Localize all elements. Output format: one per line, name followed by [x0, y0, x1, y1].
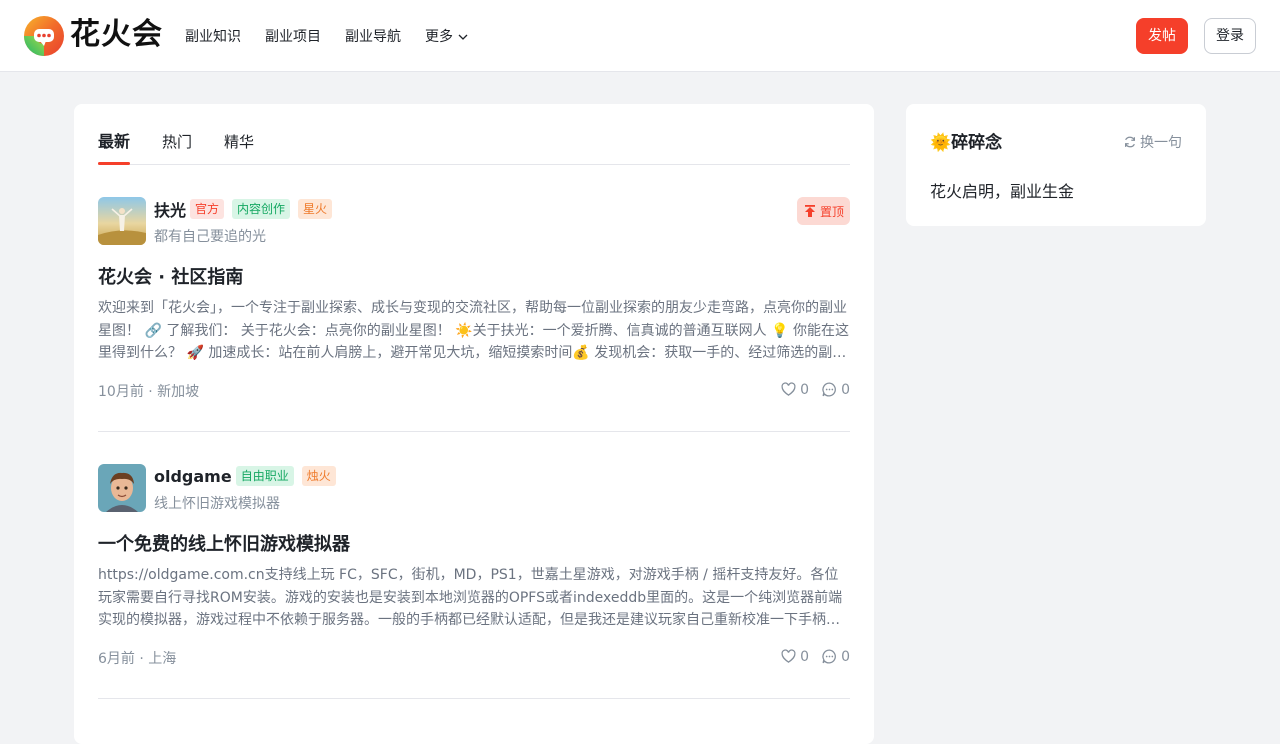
nav-label: 副业导航 [345, 29, 401, 45]
musings-quote: 花火启明，副业生金 [930, 182, 1075, 201]
post-title[interactable]: 花火会 · 社区指南 [98, 263, 243, 289]
nav-more[interactable]: 更多 [425, 26, 469, 48]
nav-side-knowledge[interactable]: 副业知识 [185, 26, 241, 48]
refresh-label: 换一句 [1140, 135, 1182, 151]
post-stats: 0 0 [768, 648, 850, 665]
post-item[interactable]: oldgame 自由职业 烛火 线上怀旧游戏模拟器 一个免费的线上怀旧游戏模拟器… [98, 464, 850, 699]
like-count: 0 [800, 381, 810, 398]
brand-name[interactable]: 花火会 [70, 15, 163, 55]
author-row: 扶光 官方 内容创作 星火 [154, 197, 340, 221]
tab-latest[interactable]: 最新 [98, 128, 131, 165]
badge-category: 自由职业 [235, 466, 294, 486]
comment-count: 0 [841, 648, 850, 665]
nav-label: 副业知识 [185, 29, 241, 45]
pinned-badge: 置顶 [796, 197, 850, 225]
like-button[interactable]: 0 [780, 381, 809, 398]
pinned-label: 置顶 [819, 204, 844, 219]
author-name[interactable]: 扶光 [154, 197, 186, 221]
author-bio: 都有自己要追的光 [154, 229, 266, 245]
heart-icon [781, 382, 796, 396]
refresh-icon [1125, 136, 1135, 148]
author-name[interactable]: oldgame [154, 467, 232, 486]
post-divider [98, 698, 850, 699]
badge-category: 内容创作 [232, 199, 291, 219]
avatar[interactable] [98, 464, 146, 512]
tab-hot[interactable]: 热门 [162, 128, 192, 164]
top-header: 花火会 副业知识 副业项目 副业导航 更多 发帖 登录 [0, 0, 1280, 72]
pin-top-icon [804, 205, 815, 217]
post-title[interactable]: 一个免费的线上怀旧游戏模拟器 [98, 530, 350, 556]
badge-level: 星火 [298, 199, 333, 219]
nav-side-directory[interactable]: 副业导航 [345, 26, 401, 48]
login-button[interactable]: 登录 [1204, 18, 1256, 54]
main-nav: 副业知识 副业项目 副业导航 更多 [185, 26, 493, 48]
post-stats: 0 0 [768, 381, 850, 398]
musings-title: 🌞碎碎念 [930, 133, 1003, 153]
post-meta: 10月前 · 新加坡 [98, 384, 200, 400]
nav-side-projects[interactable]: 副业项目 [265, 26, 321, 48]
author-bio: 线上怀旧游戏模拟器 [154, 496, 280, 512]
feed-tabs: 最新 热门 精华 [98, 128, 850, 165]
comment-icon [822, 649, 836, 664]
nav-label: 更多 [425, 29, 453, 45]
comment-button[interactable]: 0 [821, 381, 850, 398]
feed-card: 最新 热门 精华 扶光 官方 内容创作 星火 都有自己要追的光 置顶 花火会 ·… [74, 104, 874, 744]
musings-card: 🌞碎碎念 换一句 花火启明，副业生金 [906, 104, 1206, 226]
refresh-quote-button[interactable]: 换一句 [1123, 132, 1182, 152]
post-item[interactable]: 扶光 官方 内容创作 星火 都有自己要追的光 置顶 花火会 · 社区指南 欢迎来… [98, 197, 850, 432]
comment-count: 0 [841, 381, 850, 398]
logo-icon[interactable] [24, 16, 64, 56]
tab-featured[interactable]: 精华 [224, 128, 254, 164]
post-button[interactable]: 发帖 [1136, 18, 1188, 54]
comment-icon [822, 382, 836, 397]
post-meta: 6月前 · 上海 [98, 651, 177, 667]
heart-icon [781, 649, 796, 663]
chevron-down-icon [458, 34, 468, 40]
post-excerpt[interactable]: 欢迎来到「花火会」，一个专注于副业探索、成长与变现的交流社区，帮助每一位副业探索… [98, 297, 850, 365]
badge-level: 烛火 [301, 466, 336, 486]
comment-button[interactable]: 0 [821, 648, 850, 665]
post-divider [98, 431, 850, 432]
like-button[interactable]: 0 [780, 648, 809, 665]
nav-label: 副业项目 [265, 29, 321, 45]
badge-official: 官方 [190, 199, 225, 219]
avatar[interactable] [98, 197, 146, 245]
post-excerpt[interactable]: https://oldgame.com.cn支持线上玩 FC，SFC，街机，MD… [98, 564, 850, 632]
author-row: oldgame 自由职业 烛火 [154, 464, 344, 488]
like-count: 0 [800, 648, 810, 665]
